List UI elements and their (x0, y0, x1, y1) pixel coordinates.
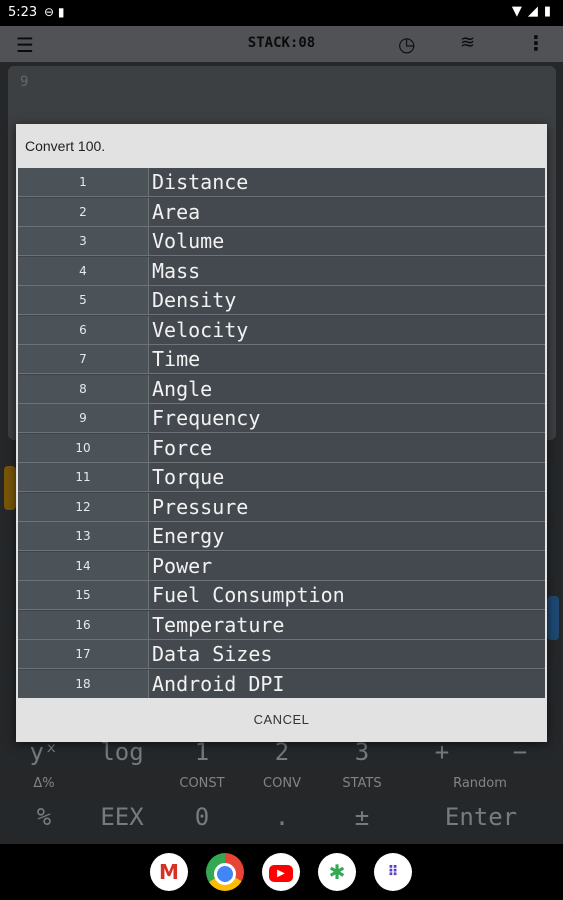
list-item[interactable]: 14 Power (18, 551, 545, 581)
app-drawer-icon[interactable]: ⠿ (374, 853, 412, 891)
list-item-label: Frequency (152, 406, 261, 430)
wifi-icon: ▼ (511, 4, 522, 19)
list-item-number: 17 (18, 640, 149, 668)
list-item-label: Force (152, 435, 213, 460)
cancel-button[interactable]: CANCEL (16, 698, 547, 742)
list-item-label: Time (152, 347, 201, 371)
list-item[interactable]: 11 Torque (18, 463, 545, 492)
list-item[interactable]: 18 Android DPI (18, 669, 545, 698)
list-item-number: 5 (18, 286, 149, 314)
list-item[interactable]: 1 Distance (18, 168, 545, 197)
list-item-label: Mass (152, 258, 201, 283)
list-item[interactable]: 15 Fuel Consumption (18, 581, 545, 610)
list-item-number: 3 (18, 227, 149, 255)
battery-icon: ▮ (543, 4, 551, 19)
list-item-number: 18 (18, 669, 149, 698)
list-item-label: Angle (152, 376, 213, 401)
list-item[interactable]: 6 Velocity (18, 315, 545, 345)
list-item-number: 7 (18, 345, 149, 373)
photos-icon[interactable]: ✱ (318, 853, 356, 891)
list-item-number: 10 (18, 433, 149, 462)
list-item[interactable]: 12 Pressure (18, 492, 545, 522)
list-item[interactable]: 16 Temperature (18, 610, 545, 640)
list-item-number: 8 (18, 374, 149, 403)
convert-dialog: Convert 100. 1 Distance 2 Area 3 Volume 4 Mass 5… (16, 124, 547, 742)
list-item-number: 1 (18, 168, 149, 196)
list-item[interactable]: 17 Data Sizes (18, 640, 545, 669)
list-item-label: Distance (152, 170, 249, 194)
list-item-label: Temperature (152, 612, 285, 637)
list-item-number: 12 (18, 492, 149, 521)
list-item[interactable]: 13 Energy (18, 522, 545, 551)
list-item[interactable]: 8 Angle (18, 374, 545, 404)
notification-icons: ⊖ ▮ (44, 5, 65, 19)
list-item-number: 9 (18, 404, 149, 432)
list-item[interactable]: 10 Force (18, 433, 545, 463)
status-time: 5:23 (8, 5, 38, 20)
signal-icon: ◢ (527, 4, 538, 19)
list-item-number: 16 (18, 610, 149, 639)
list-item[interactable]: 9 Frequency (18, 404, 545, 433)
list-item-number: 14 (18, 551, 149, 580)
list-item-label: Area (152, 199, 201, 224)
list-item-number: 2 (18, 197, 149, 226)
chrome-icon[interactable] (206, 853, 244, 891)
list-item-number: 15 (18, 581, 149, 609)
list-item-label: Power (152, 553, 213, 578)
conversion-category-list[interactable]: 1 Distance 2 Area 3 Volume 4 Mass 5 Density 6 Veloc… (18, 168, 545, 698)
app-dock: M ▶ ✱ ⠿ (0, 844, 563, 900)
list-item-label: Velocity (152, 317, 249, 342)
list-item[interactable]: 3 Volume (18, 227, 545, 256)
list-item-number: 13 (18, 522, 149, 550)
list-item-label: Energy (152, 524, 225, 548)
list-item-label: Torque (152, 465, 225, 489)
list-item[interactable]: 4 Mass (18, 256, 545, 286)
youtube-icon[interactable]: ▶ (262, 853, 300, 891)
status-bar: 5:23 ⊖ ▮ ▼ ◢ ▮ (0, 0, 563, 26)
list-item[interactable]: 5 Density (18, 286, 545, 315)
list-item-number: 4 (18, 256, 149, 285)
gmail-icon[interactable]: M (150, 853, 188, 891)
dialog-title: Convert 100. (25, 138, 106, 154)
system-icons: ▼ ◢ ▮ (512, 4, 551, 19)
list-item[interactable]: 7 Time (18, 345, 545, 374)
list-item-label: Pressure (152, 494, 249, 519)
list-item-number: 6 (18, 315, 149, 344)
list-item-label: Volume (152, 229, 225, 253)
list-item[interactable]: 2 Area (18, 197, 545, 227)
list-item-label: Data Sizes (152, 642, 273, 666)
list-item-number: 11 (18, 463, 149, 491)
list-item-label: Android DPI (152, 671, 285, 696)
list-item-label: Fuel Consumption (152, 583, 345, 607)
list-item-label: Density (152, 288, 237, 312)
